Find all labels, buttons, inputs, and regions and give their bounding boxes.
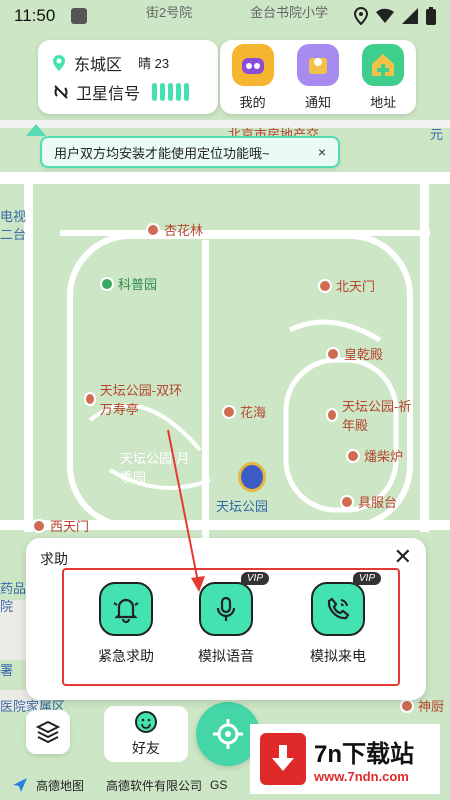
brand-url: www.7ndn.com xyxy=(314,769,409,784)
brand-text: 7n下载站 www.7ndn.com xyxy=(314,734,414,784)
download-logo-icon xyxy=(260,733,306,785)
annotation-arrow xyxy=(167,429,205,592)
brand-name: 7n下载站 xyxy=(314,741,415,768)
watermark-brand: 7n下载站 www.7ndn.com xyxy=(250,724,440,794)
